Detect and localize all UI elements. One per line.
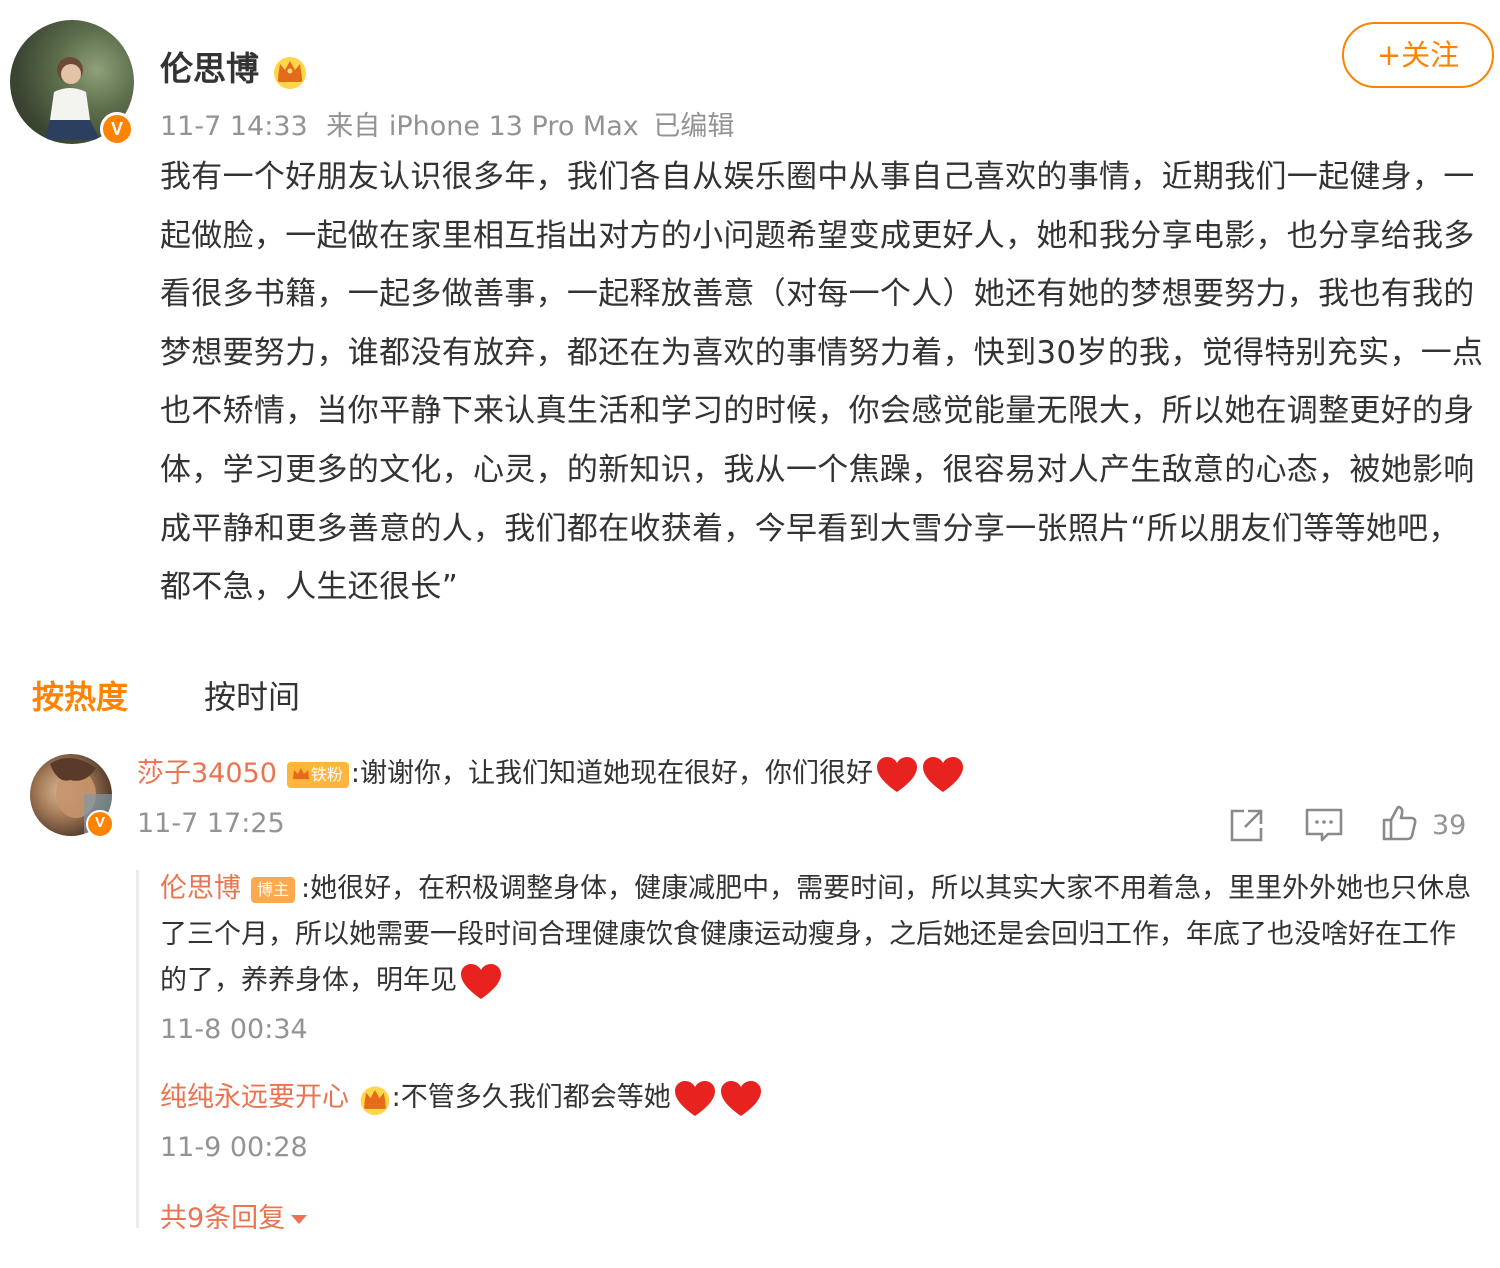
heart-icon: [461, 963, 501, 999]
follow-button[interactable]: +关注: [1342, 22, 1494, 88]
crown-icon: [292, 767, 309, 779]
reply-text: :不管多久我们都会等她: [391, 1082, 671, 1113]
fan-badge-label: 铁粉: [310, 764, 343, 784]
tab-sort-hot[interactable]: 按热度: [32, 672, 128, 718]
post-time[interactable]: 11-7 14:33: [160, 111, 308, 142]
reply-time: 11-9 00:28: [160, 1132, 308, 1163]
share-icon[interactable]: [1228, 806, 1266, 844]
reply-user[interactable]: 纯纯永远要开心: [160, 1082, 349, 1113]
reply-item: 纯纯永远要开心 :不管多久我们都会等她: [160, 1078, 763, 1119]
heart-icon: [877, 756, 918, 792]
crown-icon: [273, 56, 306, 89]
reply-item: 伦思博 博主:她很好，在积极调整身体，健康减肥中，需要时间，所以其实大家不用着急，…: [160, 866, 1480, 1004]
fan-badge: 铁粉: [286, 761, 349, 788]
post-meta: 11-7 14:33 来自 iPhone 13 Pro Max 已编辑: [160, 104, 734, 143]
verified-icon: V: [100, 112, 134, 146]
more-replies-link[interactable]: 共9条回复: [160, 1196, 308, 1235]
caret-down-icon: [291, 1215, 308, 1224]
post-edited[interactable]: 已编辑: [653, 111, 734, 142]
author-name[interactable]: 伦思博: [160, 49, 259, 88]
reply-user[interactable]: 伦思博: [160, 873, 241, 904]
comment-text: :谢谢你，让我们知道她现在很好，你们很好: [350, 758, 874, 789]
author-name-row: 伦思博: [160, 42, 309, 90]
blogger-badge: 博主: [251, 876, 296, 903]
tab-sort-time[interactable]: 按时间: [204, 672, 300, 718]
reply-divider: [136, 870, 139, 1228]
reply-time: 11-8 00:34: [160, 1014, 308, 1045]
heart-icon: [923, 756, 964, 792]
more-replies-label[interactable]: 共9条回复: [160, 1203, 285, 1234]
heart-icon: [674, 1080, 715, 1116]
post-body: 我有一个好朋友认识很多年，我们各自从娱乐圈中从事自己喜欢的事情，近期我们一起健身…: [160, 159, 1484, 606]
comment-time: 11-7 17:25: [137, 808, 285, 839]
comment-icon[interactable]: [1304, 806, 1344, 844]
post-source: 来自 iPhone 13 Pro Max: [326, 111, 639, 142]
heart-icon: [720, 1080, 761, 1116]
comment-line: 莎子34050 铁粉 :谢谢你，让我们知道她现在很好，你们很好: [137, 754, 965, 795]
reply-text: :她很好，在积极调整身体，健康减肥中，需要时间，所以其实大家不用着急，里里外外她…: [160, 873, 1472, 996]
like-count: 39: [1432, 810, 1467, 841]
verified-icon: V: [86, 810, 114, 838]
like-icon[interactable]: [1380, 804, 1418, 842]
crown-icon: [360, 1085, 389, 1115]
commenter-name[interactable]: 莎子34050: [137, 758, 277, 789]
